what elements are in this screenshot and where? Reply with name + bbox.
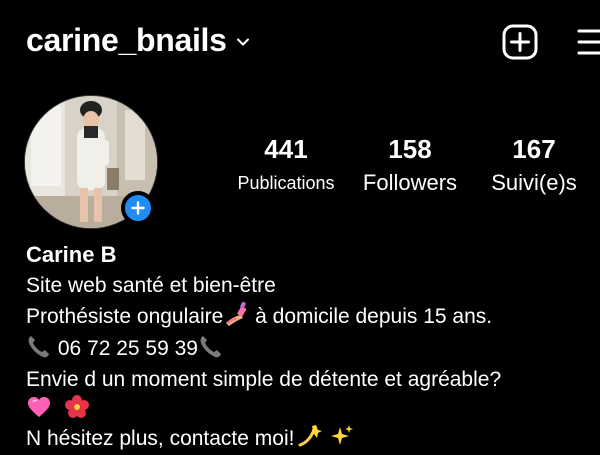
following-label: Suivi(e)s: [491, 170, 577, 195]
plus-square-icon[interactable]: [502, 24, 538, 60]
publications-label: Publications: [237, 173, 335, 193]
bio-cta-text: N hésitez plus, contacte moi!: [26, 427, 295, 450]
stat-followers[interactable]: 158 Followers: [354, 134, 466, 196]
bio-line-tagline: Envie d un moment simple de détente et a…: [26, 368, 502, 391]
bio-line-cta: N hésitez plus, contacte moi!: [26, 423, 354, 454]
chevron-down-icon: [236, 38, 249, 46]
nail-polish-emoji: [226, 301, 247, 326]
sparkles-emoji: [331, 425, 354, 445]
profile-username: carine_bnails: [26, 22, 227, 58]
bio-line-phone: 06 72 25 59 39: [26, 333, 224, 364]
account-switcher[interactable]: carine_bnails: [26, 18, 251, 62]
following-count: 167: [512, 134, 556, 164]
bio-category: Site web santé et bien-être: [26, 274, 276, 297]
telephone-receiver-emoji: [28, 336, 49, 358]
telephone-receiver-emoji: [200, 336, 221, 358]
stat-following[interactable]: 167 Suivi(e)s: [482, 134, 586, 196]
hibiscus-emoji: [64, 395, 89, 418]
pink-heart-emoji: [28, 397, 50, 417]
bio-profession-text: Prothésiste ongulaire: [26, 305, 224, 328]
publications-count: 441: [264, 134, 308, 164]
bio-display-name: Carine B: [26, 242, 117, 267]
profile-avatar[interactable]: [24, 95, 158, 229]
stat-publications[interactable]: 441 Publications: [228, 134, 344, 196]
dizzy-emoji: [298, 425, 323, 447]
bio-home-service-text: à domicile depuis 15 ans.: [249, 305, 493, 328]
add-story-button[interactable]: [121, 191, 155, 225]
phone-number[interactable]: 06 72 25 59 39: [52, 337, 198, 360]
plus-icon: [131, 201, 145, 215]
hamburger-menu-icon[interactable]: [575, 28, 600, 56]
followers-count: 158: [388, 134, 432, 164]
followers-label: Followers: [362, 170, 458, 195]
bio-line-profession: Prothésiste ongulaire à domicile depuis …: [26, 301, 492, 332]
bio-line-emojis: [26, 394, 90, 425]
